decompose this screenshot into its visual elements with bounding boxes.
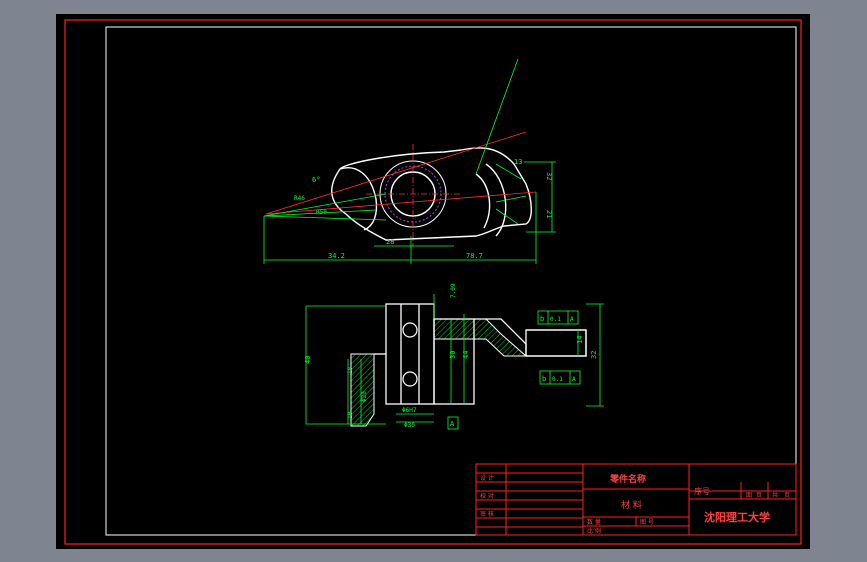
drawing-number-label: 图 号 xyxy=(640,519,654,526)
tol1-datum: A xyxy=(570,316,574,323)
sheet-label-1: 页 xyxy=(756,492,762,499)
part-name-label: 零件名称 xyxy=(609,473,646,485)
sheet-label-2: 共 xyxy=(772,491,778,499)
datum-a-label: A xyxy=(450,420,455,428)
role-approve: 审 核 xyxy=(480,510,494,518)
dim-r50: R50 xyxy=(316,209,327,216)
dim-28: 28 xyxy=(386,238,394,246)
tol1-value: 0.1 xyxy=(550,316,561,323)
tol2-value: 0.1 xyxy=(552,376,563,383)
dim-7-09: 7.09 xyxy=(450,283,457,298)
dim-18: 18 xyxy=(347,366,354,374)
dim-30: 30 xyxy=(449,351,457,359)
tol2-symbol: b xyxy=(542,375,546,383)
dim-32: 32 xyxy=(545,172,553,180)
sheet-outer-frame xyxy=(64,19,802,545)
scale-label: 比 例 xyxy=(587,527,601,535)
dim-phi30: Φ30 xyxy=(404,422,415,429)
role-check: 校 对 xyxy=(480,492,494,500)
dim-44: 44 xyxy=(462,351,470,359)
sheet-label-0: 图 xyxy=(746,492,752,499)
dim-40: 40 xyxy=(304,356,312,364)
tolerance-frame-2: b 0.1 A xyxy=(539,370,581,385)
dim-34-2: 34.2 xyxy=(328,252,345,260)
arc-right-inner xyxy=(475,173,491,229)
dim-10: 10 xyxy=(347,411,354,419)
front-hole-upper xyxy=(402,322,418,338)
dim-phi6h7: Φ6H7 xyxy=(402,407,417,414)
top-view: 34.2 78.7 28 32 21 13 6° R46 R50 xyxy=(263,58,556,264)
section-hatch-left xyxy=(350,353,375,427)
construction-line-2 xyxy=(265,191,537,215)
front-view: 40 30 44 14 32 7.09 Φ30 Φ6H7 10 18 Φ20 A… xyxy=(304,283,604,430)
role-design: 设 计 xyxy=(480,474,494,482)
dim-13: 13 xyxy=(514,158,522,166)
sheet-label-3: 页 xyxy=(784,492,790,499)
tol1-symbol: b xyxy=(540,315,544,323)
dim-78-7: 78.7 xyxy=(466,252,483,260)
dim-r46: R46 xyxy=(294,195,305,202)
quantity-label: 数 量 xyxy=(587,518,601,526)
dim-phi20: Φ20 xyxy=(361,391,368,402)
tol2-datum: A xyxy=(572,376,576,383)
dim-14: 14 xyxy=(576,336,584,344)
front-hole-lower xyxy=(402,371,418,387)
university-name: 沈阳理工大学 xyxy=(704,510,770,524)
drawing-border xyxy=(105,26,797,536)
dim-32-front: 32 xyxy=(590,351,598,359)
section-hatch-top xyxy=(386,303,528,357)
sequence-label: 序号 xyxy=(694,486,710,496)
cad-viewport[interactable]: 34.2 78.7 28 32 21 13 6° R46 R50 40 30 4… xyxy=(56,14,810,549)
drawing-sheet: 34.2 78.7 28 32 21 13 6° R46 R50 40 30 4… xyxy=(64,19,802,545)
dim-6deg: 6° xyxy=(312,176,320,184)
dim-21: 21 xyxy=(545,210,553,218)
material-label: 材 料 xyxy=(621,499,642,511)
tolerance-frame-1: b 0.1 A xyxy=(537,310,579,325)
